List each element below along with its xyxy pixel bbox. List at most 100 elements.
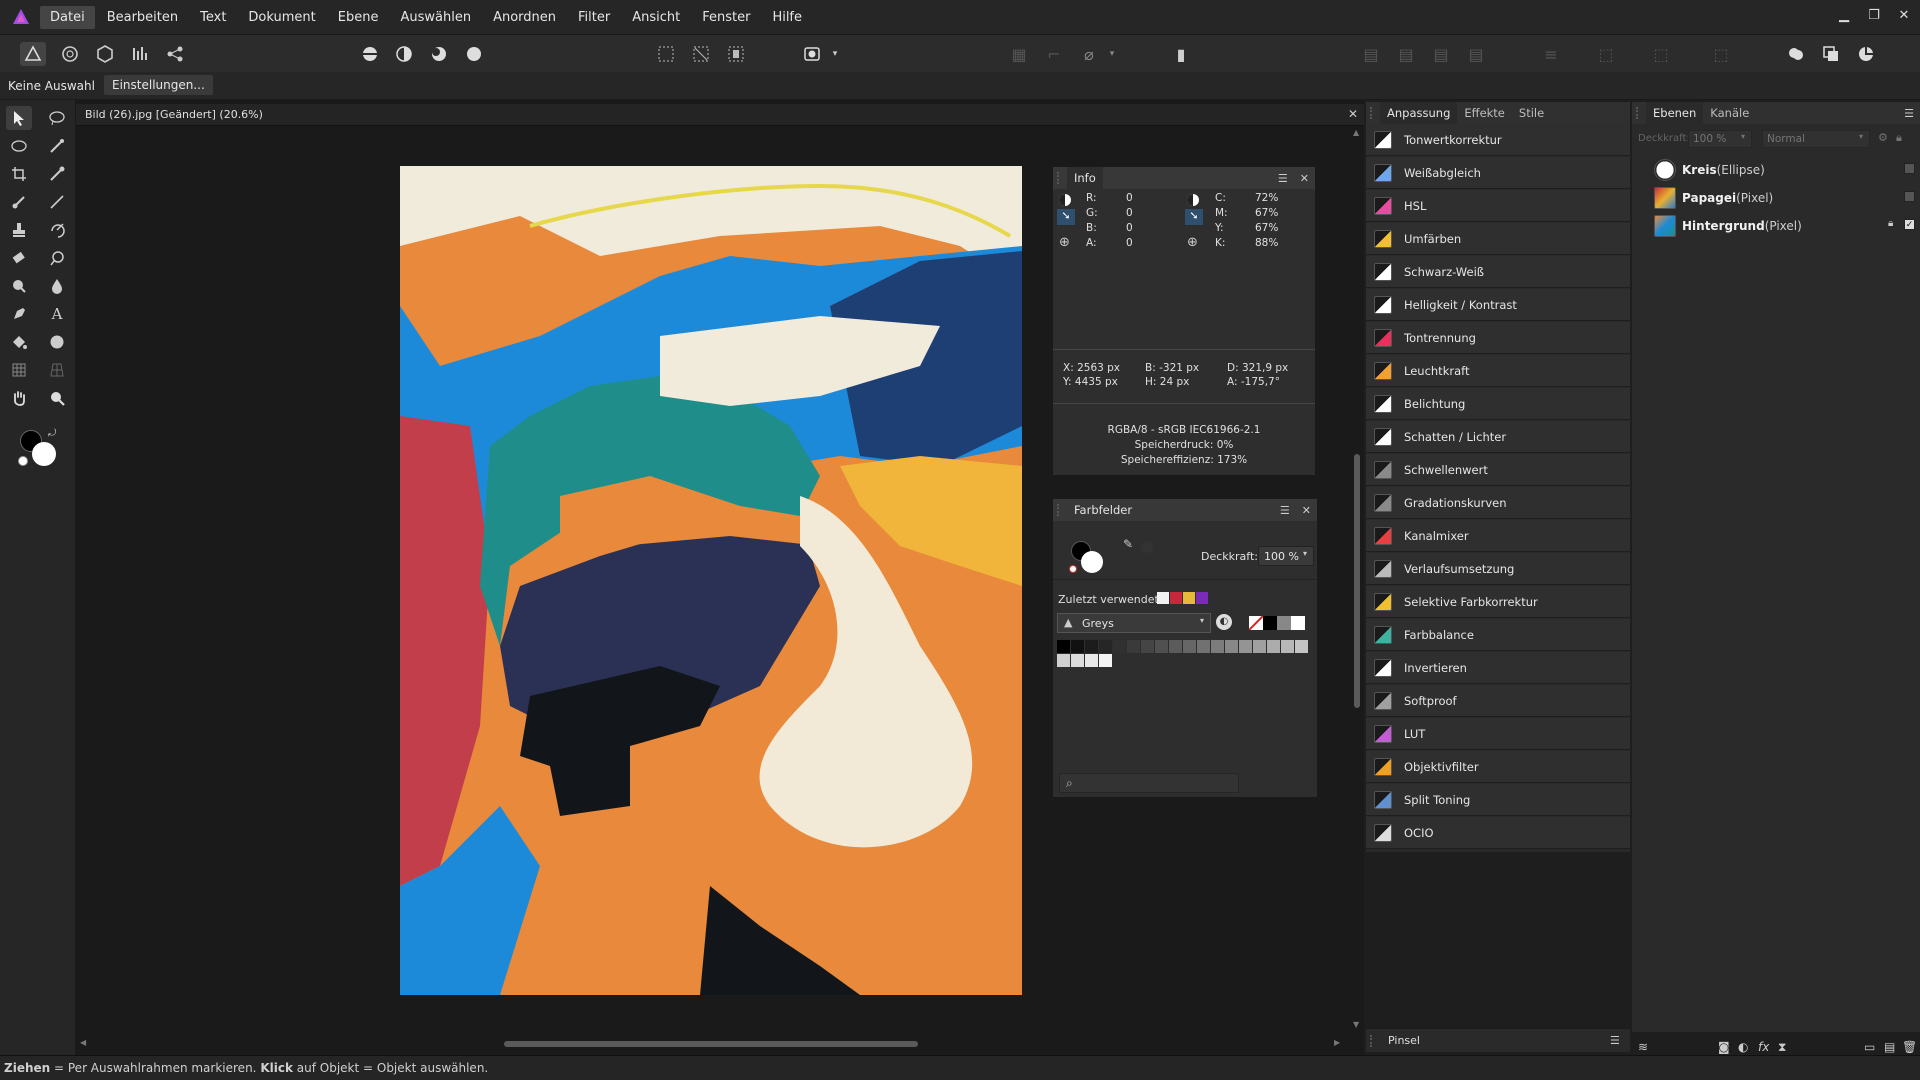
export-persona-icon[interactable] xyxy=(162,42,188,66)
grey-swatch[interactable] xyxy=(1057,654,1070,667)
grey-swatch[interactable] xyxy=(1225,640,1238,653)
paint-brush-icon[interactable] xyxy=(6,190,32,214)
menu-bearbeiten[interactable]: Bearbeiten xyxy=(97,6,188,29)
vertical-scroll-thumb[interactable] xyxy=(1354,454,1360,708)
add-adjustment-icon[interactable]: ◐ xyxy=(1738,1040,1748,1054)
close-info-panel-icon[interactable]: ✕ xyxy=(1300,172,1309,185)
develop-persona-icon[interactable] xyxy=(92,42,118,66)
scroll-up-icon[interactable]: ▲ xyxy=(1353,128,1359,137)
grey-swatch[interactable] xyxy=(1085,640,1098,653)
transform-icon-3[interactable]: ⬚ xyxy=(1708,42,1734,66)
palette-options-icon[interactable]: ◐ xyxy=(1216,614,1232,630)
assistant-icon[interactable]: ▮ xyxy=(1168,42,1194,66)
swatch-search-field[interactable]: ⌕ xyxy=(1059,773,1239,793)
adjustment-item[interactable]: Objektivfilter xyxy=(1366,751,1630,783)
selection-brush-icon[interactable] xyxy=(44,134,70,158)
menu-auswählen[interactable]: Auswählen xyxy=(390,6,481,29)
minimize-icon[interactable]: ▁ xyxy=(1834,6,1854,26)
none-swatch-icon[interactable] xyxy=(1248,615,1264,631)
boolean-add-icon[interactable] xyxy=(1783,42,1809,66)
grey-swatch[interactable] xyxy=(1071,640,1084,653)
rgb-source-icon[interactable] xyxy=(1059,194,1071,206)
grey-swatch[interactable] xyxy=(1141,640,1154,653)
close-document-icon[interactable]: ✕ xyxy=(1348,107,1358,121)
liquify-persona-icon[interactable] xyxy=(57,42,83,66)
mesh-warp-icon[interactable] xyxy=(6,358,32,382)
none-fill-icon[interactable] xyxy=(1069,565,1077,573)
crop-tool-icon[interactable] xyxy=(6,162,32,186)
panel-menu-icon[interactable]: ☰ xyxy=(1904,107,1914,120)
panel-grip-icon[interactable] xyxy=(1636,107,1642,119)
adjustment-item[interactable]: Gradationskurven xyxy=(1366,487,1630,519)
boolean-intersect-icon[interactable] xyxy=(1853,42,1879,66)
adjustment-item[interactable]: Verlaufsumsetzung xyxy=(1366,553,1630,585)
adjustment-item[interactable]: Leuchtkraft xyxy=(1366,355,1630,387)
adjustment-item[interactable]: Split Toning xyxy=(1366,784,1630,816)
layer-stack-icon[interactable]: ≋ xyxy=(1638,1040,1648,1054)
add-live-filter-icon[interactable]: ⧗ xyxy=(1778,1040,1786,1055)
adjustment-item[interactable]: Weißabgleich xyxy=(1366,157,1630,189)
palette-select[interactable]: ▲ Greys ▾ xyxy=(1057,613,1211,633)
photo-persona-icon[interactable] xyxy=(20,42,46,66)
adjustment-item[interactable]: LUT xyxy=(1366,718,1630,750)
adjustment-item[interactable]: Selektive Farbkorrektur xyxy=(1366,586,1630,618)
panel-menu-icon[interactable]: ☰ xyxy=(1610,1034,1620,1047)
blur-brush-icon[interactable] xyxy=(6,274,32,298)
cmyk-pointer-icon[interactable]: ➘ xyxy=(1185,209,1203,225)
move-tool-icon[interactable] xyxy=(6,106,32,130)
transform-icon-1[interactable]: ⬚ xyxy=(1593,42,1619,66)
deselect-icon[interactable] xyxy=(688,42,714,66)
snapping-magnet-icon[interactable]: ⌀ xyxy=(1076,42,1102,66)
adjustment-item[interactable]: Farbbalance xyxy=(1366,619,1630,651)
panel-menu-icon[interactable]: ☰ xyxy=(1280,504,1290,517)
blend-mode-select[interactable]: Normal ▾ xyxy=(1762,130,1870,148)
scroll-down-icon[interactable]: ▼ xyxy=(1353,1020,1359,1029)
close-window-icon[interactable]: ✕ xyxy=(1894,6,1914,26)
delete-layer-icon[interactable]: 🗑︎ xyxy=(1902,1040,1917,1054)
white-swatch[interactable] xyxy=(1291,616,1305,630)
erase-brush-icon[interactable] xyxy=(6,246,32,270)
recent-color-swatch[interactable] xyxy=(1157,592,1169,604)
add-layer-icon[interactable]: ▤ xyxy=(1884,1040,1895,1054)
settings-button[interactable]: Einstellungen... xyxy=(104,75,213,95)
canvas-image[interactable] xyxy=(400,166,1022,995)
layer-visibility-checkbox[interactable] xyxy=(1904,163,1915,174)
menu-anordnen[interactable]: Anordnen xyxy=(483,6,566,29)
swatch-search-input[interactable] xyxy=(1082,775,1232,791)
snapping-options-icon[interactable]: ⌐ xyxy=(1041,42,1067,66)
shape-tool-icon[interactable] xyxy=(44,330,70,354)
layer-row[interactable]: Papagei (Pixel) xyxy=(1632,184,1920,211)
rgb-target-icon[interactable]: ⊕ xyxy=(1059,235,1070,250)
cmyk-source-icon[interactable] xyxy=(1187,194,1199,206)
grey-swatch[interactable] xyxy=(1277,616,1291,630)
align-icon[interactable]: ≡ xyxy=(1538,42,1564,66)
grey-swatch[interactable] xyxy=(1169,640,1182,653)
undo-brush-icon[interactable] xyxy=(44,218,70,242)
grey-swatch[interactable] xyxy=(1211,640,1224,653)
picked-color-swatch[interactable] xyxy=(1141,541,1153,553)
tone-mapping-persona-icon[interactable] xyxy=(127,42,153,66)
panel-grip-icon[interactable] xyxy=(1370,107,1376,119)
add-mask-icon[interactable]: ◙ xyxy=(1718,1040,1730,1054)
scroll-left-icon[interactable]: ◀ xyxy=(80,1038,86,1047)
grey-swatch[interactable] xyxy=(1183,640,1196,653)
grey-swatch[interactable] xyxy=(1057,640,1070,653)
adjustment-item[interactable]: Softproof xyxy=(1366,685,1630,717)
menu-ebene[interactable]: Ebene xyxy=(328,6,389,29)
adjustment-item[interactable]: Tontrennung xyxy=(1366,322,1630,354)
panel-grip-icon[interactable] xyxy=(1057,172,1063,184)
snapping-grid-icon[interactable]: ▦ xyxy=(1006,42,1032,66)
dodge-brush-icon[interactable] xyxy=(44,246,70,270)
color-picker-icon[interactable] xyxy=(44,162,70,186)
menu-dokument[interactable]: Dokument xyxy=(238,6,325,29)
horizontal-scroll-thumb[interactable] xyxy=(504,1041,918,1047)
tab-anpassung[interactable]: Anpassung xyxy=(1380,102,1458,124)
tab-kanäle[interactable]: Kanäle xyxy=(1703,102,1756,124)
document-tab[interactable]: Bild (26).jpg [Geändert] (20.6%) ✕ xyxy=(76,104,1364,126)
opacity-field[interactable]: 100 % ▾ xyxy=(1258,546,1314,566)
grey-swatch[interactable] xyxy=(1127,640,1140,653)
layer-visibility-checkbox[interactable] xyxy=(1904,191,1915,202)
grey-swatch[interactable] xyxy=(1099,640,1112,653)
invert-selection-icon[interactable] xyxy=(723,42,749,66)
text-tool-icon[interactable]: A xyxy=(44,302,70,326)
